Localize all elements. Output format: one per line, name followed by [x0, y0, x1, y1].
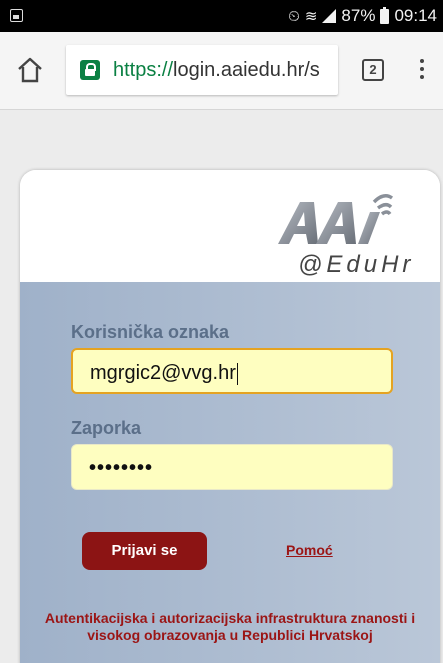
text-caret	[236, 362, 238, 385]
password-input[interactable]: ••••••••	[71, 444, 393, 490]
battery-percent: 87%	[341, 6, 376, 25]
footer-text: Autentikacijska i autorizacijska infrast…	[20, 610, 440, 644]
status-icons: ⏲ ≋ 87% 09:14	[288, 6, 437, 26]
footer-line-2: visokog obrazovanja u Republici Hrvatsko…	[87, 627, 373, 643]
url-text: https://login.aaiedu.hr/s	[113, 59, 320, 82]
aai-logo: @EduHr	[278, 194, 414, 277]
battery-icon	[380, 6, 390, 24]
help-link[interactable]: Pomoć	[286, 542, 333, 558]
login-card: @EduHr Korisnička oznaka mgrgic2@vvg.hr …	[20, 170, 440, 663]
username-input[interactable]: mgrgic2@vvg.hr	[71, 348, 393, 394]
username-label: Korisnička oznaka	[71, 322, 230, 342]
url-scheme: https://	[113, 58, 174, 81]
lock-icon	[80, 60, 100, 80]
login-button[interactable]: Prijavi se	[82, 532, 207, 570]
address-bar[interactable]: https://login.aaiedu.hr/s	[66, 45, 338, 95]
home-icon[interactable]	[16, 56, 44, 84]
username-value: mgrgic2@vvg.hr	[90, 362, 236, 384]
clock: 09:14	[394, 6, 437, 25]
logo-tagline: @EduHr	[298, 251, 414, 277]
overflow-menu-icon[interactable]	[419, 59, 425, 81]
url-host: login.aaiedu.hr/s	[173, 58, 320, 81]
signal-icon	[322, 9, 337, 23]
alarm-icon: ⏲	[288, 7, 300, 25]
tab-switcher-button[interactable]: 2	[362, 59, 384, 81]
status-bar: ⏲ ≋ 87% 09:14	[0, 0, 443, 32]
gallery-icon	[10, 9, 23, 22]
wifi-icon: ≋	[304, 8, 318, 25]
login-form: Korisnička oznaka mgrgic2@vvg.hr Zaporka…	[20, 282, 440, 663]
password-label: Zaporka	[71, 418, 142, 438]
browser-toolbar: https://login.aaiedu.hr/s 2	[0, 32, 443, 110]
footer-line-1: Autentikacijska i autorizacijska infrast…	[44, 610, 416, 626]
logo-header: @EduHr	[20, 170, 440, 282]
